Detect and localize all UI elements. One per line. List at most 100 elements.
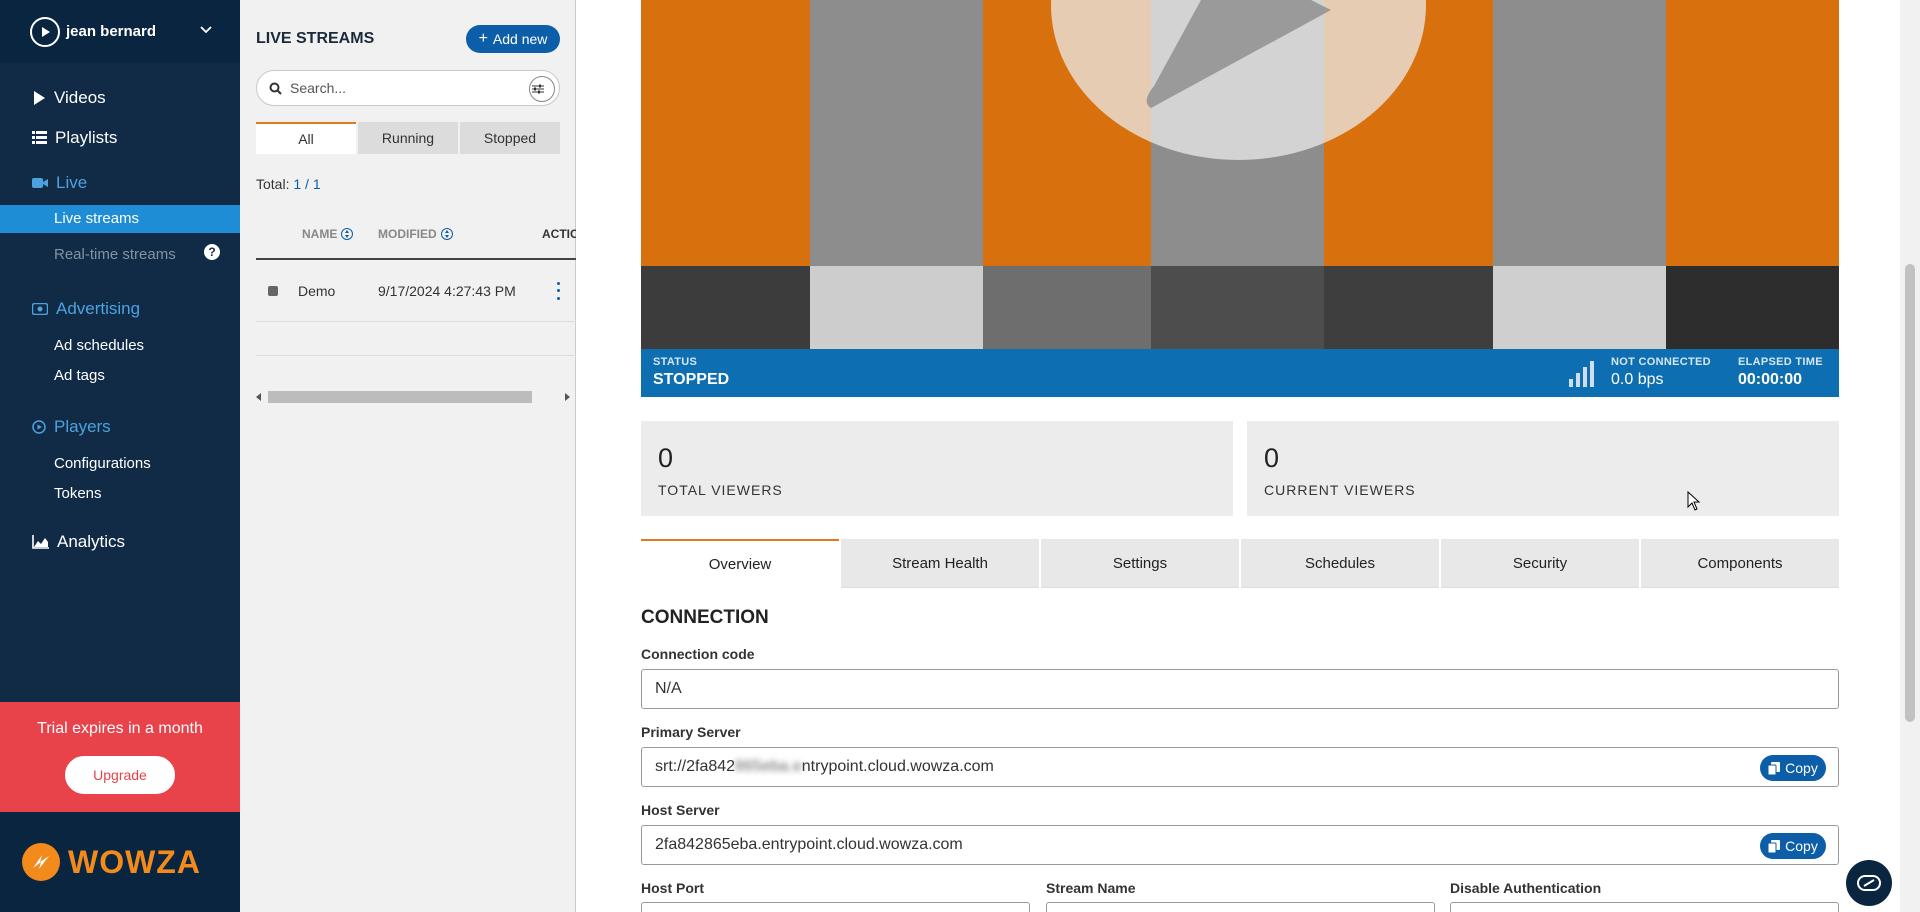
trial-text: Trial expires in a month	[37, 720, 203, 737]
disable-auth-field[interactable]	[1450, 902, 1839, 912]
stream-name-label: Stream Name	[1046, 880, 1136, 896]
help-icon[interactable]: ?	[204, 244, 220, 260]
scrollbar-thumb[interactable]	[1905, 264, 1915, 722]
connection-code-label: Connection code	[641, 646, 755, 662]
tab-overview[interactable]: Overview	[641, 539, 839, 588]
total-viewers-value: 0	[658, 443, 674, 473]
filter-tab-stopped[interactable]: Stopped	[460, 122, 560, 154]
connection-title: CONNECTION	[641, 607, 769, 628]
stream-name-field[interactable]	[1046, 902, 1435, 912]
plus-icon: +	[478, 30, 488, 47]
table-row[interactable]: Demo 9/17/2024 4:27:43 PM	[256, 262, 576, 322]
nav-players-label: Players	[54, 417, 111, 436]
tab-components[interactable]: Components	[1641, 539, 1839, 588]
logo-text: WOWZA	[68, 843, 201, 880]
nav-videos-label: Videos	[54, 88, 106, 107]
row-name: Demo	[298, 283, 336, 299]
filter-sliders-icon[interactable]	[529, 76, 555, 102]
connection-value: 0.0 bps	[1611, 371, 1664, 388]
nav-tokens[interactable]: Tokens	[54, 485, 102, 502]
host-port-label: Host Port	[641, 880, 704, 896]
trial-banner: Trial expires in a month Upgrade	[0, 702, 240, 812]
more-vertical-icon[interactable]	[552, 280, 564, 302]
column-modified[interactable]: MODIFIED	[378, 227, 453, 241]
total-label: Total:	[256, 176, 290, 192]
copy-primary-server-button[interactable]: Copy	[1760, 755, 1826, 781]
primary-server-field[interactable]: srt://2fa842 865eba.e ntrypoint.cloud.wowz…	[641, 747, 1839, 787]
host-server-value: 2fa842865eba.entrypoint.cloud.wowza.com	[655, 836, 963, 853]
table-empty-row	[256, 322, 576, 356]
total-viewers-label: TOTAL VIEWERS	[658, 482, 783, 498]
nav-live[interactable]: Live	[32, 173, 87, 193]
copy-host-server-button[interactable]: Copy	[1760, 833, 1826, 859]
player-icon	[32, 420, 46, 434]
user-menu[interactable]: jean bernard	[0, 0, 240, 63]
elapsed-label: ELAPSED TIME	[1738, 356, 1823, 368]
status-filter-tabs: All Running Stopped	[256, 122, 560, 154]
nav-ad-schedules[interactable]: Ad schedules	[54, 337, 144, 354]
column-modified-label: MODIFIED	[378, 227, 437, 241]
host-server-label: Host Server	[641, 802, 720, 818]
current-viewers-card: 0 CURRENT VIEWERS	[1247, 421, 1839, 516]
search-input[interactable]	[290, 80, 510, 96]
stream-detail-tabs: Overview Stream Health Settings Schedule…	[641, 539, 1839, 588]
video-preview[interactable]	[641, 0, 1839, 349]
search-icon	[269, 82, 282, 95]
total-viewers-card: 0 TOTAL VIEWERS	[641, 421, 1233, 516]
vertical-scrollbar[interactable]	[1900, 0, 1920, 912]
video-camera-icon	[32, 178, 48, 188]
scrollbar-thumb[interactable]	[268, 391, 532, 403]
chevron-down-icon[interactable]	[198, 22, 214, 38]
nav-advertising[interactable]: Advertising	[32, 299, 140, 319]
copy-label: Copy	[1785, 838, 1818, 854]
upgrade-button[interactable]: Upgrade	[65, 756, 175, 794]
disable-auth-label: Disable Authentication	[1450, 880, 1602, 896]
analytics-chart-icon	[32, 535, 49, 549]
elapsed-value: 00:00:00	[1738, 371, 1803, 388]
nav-videos[interactable]: Videos	[32, 88, 106, 108]
filter-tab-running[interactable]: Running	[358, 122, 458, 154]
nav-analytics-label: Analytics	[57, 532, 126, 551]
host-port-field[interactable]	[641, 902, 1030, 912]
current-viewers-label: CURRENT VIEWERS	[1264, 482, 1416, 498]
nav-advertising-label: Advertising	[56, 299, 141, 318]
list-icon	[32, 131, 47, 144]
scroll-left-icon[interactable]	[256, 393, 261, 401]
tab-security[interactable]: Security	[1441, 539, 1639, 588]
scroll-right-icon[interactable]	[565, 393, 570, 401]
search-box	[256, 70, 560, 106]
nav-ad-tags[interactable]: Ad tags	[54, 367, 105, 384]
primary-server-redacted: 865eba.e	[735, 758, 802, 775]
nav-live-streams[interactable]: Live streams	[54, 210, 139, 227]
column-actions: ACTIC	[542, 227, 579, 241]
add-new-label: Add new	[492, 31, 548, 47]
chat-icon[interactable]	[1846, 860, 1892, 906]
connection-code-field[interactable]: N/A	[641, 669, 1839, 709]
status-label: STATUS	[653, 356, 698, 368]
filter-tab-all[interactable]: All	[256, 122, 356, 154]
tab-settings[interactable]: Settings	[1041, 539, 1239, 588]
tab-stream-health[interactable]: Stream Health	[841, 539, 1039, 588]
nav-players[interactable]: Players	[32, 417, 111, 437]
nav-playlists-label: Playlists	[55, 128, 118, 147]
test-pattern-bottom	[641, 266, 1839, 349]
tab-schedules[interactable]: Schedules	[1241, 539, 1439, 588]
nav-configurations[interactable]: Configurations	[54, 455, 151, 472]
sort-icon[interactable]	[341, 228, 354, 240]
mouse-cursor-icon	[1687, 491, 1701, 511]
nav-analytics[interactable]: Analytics	[32, 532, 125, 552]
play-circle-icon	[30, 16, 60, 47]
nav-realtime-streams[interactable]: Real-time streams	[54, 246, 176, 263]
signal-bars-icon	[1569, 359, 1601, 387]
column-name[interactable]: NAME	[302, 227, 354, 241]
wowza-logo: WOWZA	[0, 812, 240, 912]
horizontal-scrollbar[interactable]	[256, 390, 576, 404]
nav-playlists[interactable]: Playlists	[32, 128, 117, 148]
panel-title: LIVE STREAMS	[256, 30, 375, 47]
host-server-field[interactable]: 2fa842865eba.entrypoint.cloud.wowza.com …	[641, 825, 1839, 865]
play-icon	[34, 91, 45, 105]
copy-icon	[1768, 761, 1781, 775]
sort-icon[interactable]	[440, 228, 453, 240]
add-new-button[interactable]: + Add new	[466, 25, 560, 53]
current-viewers-value: 0	[1264, 443, 1280, 473]
